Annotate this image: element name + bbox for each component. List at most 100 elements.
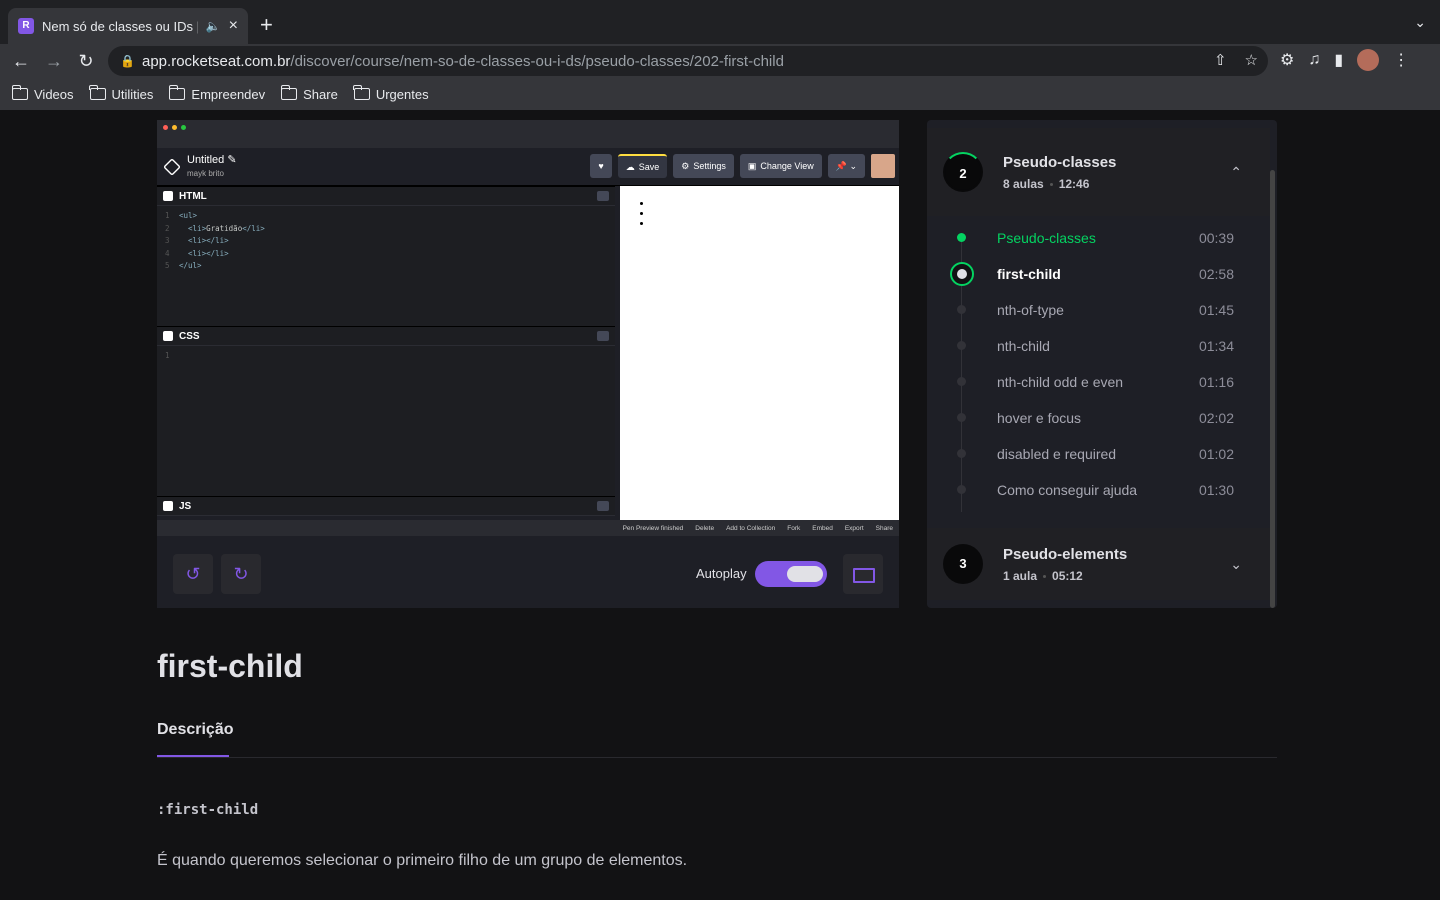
bookmark-empreendev[interactable]: Empreendev xyxy=(168,85,265,102)
change-view-label: Change View xyxy=(760,161,814,171)
lesson-done-icon xyxy=(957,233,966,242)
lesson-title: first-child xyxy=(157,648,303,684)
share-icon[interactable]: ⇧ xyxy=(1214,51,1227,69)
forward-icon[interactable]: → xyxy=(42,49,66,73)
lesson-description: É quando queremos selecionar o primeiro … xyxy=(157,852,688,869)
code-snippet: :first-child xyxy=(157,802,259,818)
lesson-name: disabled e required xyxy=(997,446,1117,462)
footer-add-collection: Add to Collection xyxy=(726,524,776,532)
pen-title: Untitled xyxy=(187,153,225,166)
footer-fork: Fork xyxy=(787,524,801,532)
lesson-pending-icon xyxy=(957,413,966,422)
footer-embed: Embed xyxy=(812,524,833,532)
module-duration: 12:46 xyxy=(1058,176,1090,191)
gear-icon xyxy=(163,191,173,201)
bookmark-urgentes[interactable]: Urgentes xyxy=(353,85,429,102)
change-view-button: ▣ Change View xyxy=(739,154,822,178)
toggle-knob xyxy=(787,566,823,582)
theater-mode-button[interactable] xyxy=(843,554,883,594)
lesson-item[interactable]: disabled e required 01:02 xyxy=(927,436,1270,472)
sidebar-scrollbar[interactable] xyxy=(1270,170,1275,608)
lesson-name: nth-child odd e even xyxy=(997,374,1124,390)
new-tab-button[interactable]: + xyxy=(260,12,273,38)
codepen-footer: Pen Preview finished Delete Add to Colle… xyxy=(157,520,899,536)
reload-icon[interactable]: ↻ xyxy=(74,49,98,73)
js-label: JS xyxy=(179,500,192,512)
bookmark-utilities[interactable]: Utilities xyxy=(89,85,154,102)
lesson-item[interactable]: first-child 02:58 xyxy=(927,256,1270,292)
bookmarks-bar: Videos Utilities Empreendev Share Urgent… xyxy=(0,80,429,108)
bookmark-videos[interactable]: Videos xyxy=(11,85,74,102)
lesson-time: 01:16 xyxy=(1198,374,1234,390)
chevron-down-icon[interactable]: ⌄ xyxy=(1230,556,1242,573)
media-icon[interactable]: ♫ xyxy=(1308,51,1320,69)
star-icon[interactable]: ☆ xyxy=(1245,51,1258,69)
pen-author: mayk brito xyxy=(187,168,224,178)
codepen-preview xyxy=(620,186,899,520)
folder-icon xyxy=(353,85,370,100)
bookmark-label: Urgentes xyxy=(375,86,429,102)
lesson-item[interactable]: Como conseguir ajuda 01:30 xyxy=(927,472,1270,508)
address-bar[interactable]: 🔒 app.rocketseat.com.br/discover/course/… xyxy=(108,46,1268,76)
autoplay-toggle[interactable] xyxy=(755,561,827,587)
video-player[interactable]: Untitled ✎ mayk brito ♥ ☁ Save ⚙ Setting… xyxy=(157,120,899,608)
html-code: 1 <ul> 2 <li>Gratidão</li> 3 <li></li> 4 … xyxy=(165,211,265,270)
lesson-item[interactable]: Pseudo-classes 00:39 xyxy=(927,220,1270,256)
module-duration: 05:12 xyxy=(1052,568,1083,583)
player-controls: ↺ ↻ Autoplay xyxy=(157,536,899,608)
page: Untitled ✎ mayk brito ♥ ☁ Save ⚙ Setting… xyxy=(0,110,1440,900)
lesson-item[interactable]: nth-of-type 01:45 xyxy=(927,292,1270,328)
bookmark-share[interactable]: Share xyxy=(280,85,338,102)
chevron-down-icon xyxy=(597,331,609,341)
chevron-down-icon[interactable]: ⌄ xyxy=(1414,14,1426,31)
lesson-item[interactable]: nth-child 01:34 xyxy=(927,328,1270,364)
gear-icon xyxy=(163,501,173,511)
chevron-down-icon xyxy=(597,501,609,511)
back-icon[interactable]: ← xyxy=(9,49,33,73)
pin-icon: 📌 ⌄ xyxy=(827,154,865,178)
lock-icon[interactable]: 🔒 xyxy=(120,54,135,68)
codepen-avatar xyxy=(871,154,895,178)
menu-icon[interactable]: ⋮ xyxy=(1393,50,1409,70)
folder-icon xyxy=(89,85,106,100)
browser-chrome: R Nem só de classes ou IDs | 🔈 × + ⌄ ← →… xyxy=(0,0,1440,110)
tab-description[interactable]: Descrição xyxy=(157,721,234,739)
lesson-time: 00:39 xyxy=(1198,230,1234,246)
browser-toolbar: ← → ↻ 🔒 app.rocketseat.com.br/discover/c… xyxy=(0,44,1440,78)
module-pseudo-classes[interactable]: 2 Pseudo-classes 8 aulas 12:46 ⌃ xyxy=(927,128,1270,216)
module-number: 2 xyxy=(943,152,983,192)
video-browser-chrome xyxy=(157,120,899,148)
html-label: HTML xyxy=(179,190,207,202)
footer-status: Pen Preview finished xyxy=(622,524,684,532)
module-pseudo-elements[interactable]: 3 Pseudo-elements 1 aula 05:12 ⌄ xyxy=(927,528,1270,600)
lesson-item[interactable]: nth-child odd e even 01:16 xyxy=(927,364,1270,400)
lesson-time: 02:58 xyxy=(1198,266,1234,282)
chevron-up-icon[interactable]: ⌃ xyxy=(1230,164,1242,181)
settings-label: Settings xyxy=(693,161,726,171)
browser-tab[interactable]: R Nem só de classes ou IDs | 🔈 × xyxy=(8,8,248,44)
lesson-pending-icon xyxy=(957,377,966,386)
css-code: 1 xyxy=(165,351,170,360)
forward-10-button[interactable]: ↻ xyxy=(221,554,261,594)
footer-export: Export xyxy=(844,524,864,532)
close-tab-icon[interactable]: × xyxy=(229,17,238,35)
lesson-item[interactable]: hover e focus 02:02 xyxy=(927,400,1270,436)
lesson-list: Pseudo-classes 00:39 first-child 02:58 nth… xyxy=(927,220,1270,540)
profile-avatar[interactable] xyxy=(1357,49,1380,71)
footer-delete: Delete xyxy=(695,524,715,532)
tab-title: Nem só de classes ou IDs | xyxy=(42,18,198,34)
codepen-header: Untitled ✎ mayk brito ♥ ☁ Save ⚙ Setting… xyxy=(157,148,899,186)
rewind-10-button[interactable]: ↺ xyxy=(173,554,213,594)
speaker-icon[interactable]: 🔈 xyxy=(206,19,221,33)
module-title: Pseudo-classes xyxy=(1003,153,1117,171)
bookmark-label: Share xyxy=(303,86,338,102)
url-path: /discover/course/nem-so-de-classes-ou-i-… xyxy=(290,52,784,70)
folder-icon xyxy=(168,85,186,100)
lesson-time: 01:02 xyxy=(1198,446,1234,462)
course-sidebar: 2 Pseudo-classes 8 aulas 12:46 ⌃ Pseudo-c… xyxy=(927,120,1277,608)
lesson-name: hover e focus xyxy=(997,410,1082,426)
bookmark-label: Utilities xyxy=(111,86,154,102)
lesson-name: Pseudo-classes xyxy=(997,230,1096,246)
sidepanel-icon[interactable]: ▮ xyxy=(1334,50,1343,70)
extensions-icon[interactable]: ⚙ xyxy=(1280,50,1294,70)
